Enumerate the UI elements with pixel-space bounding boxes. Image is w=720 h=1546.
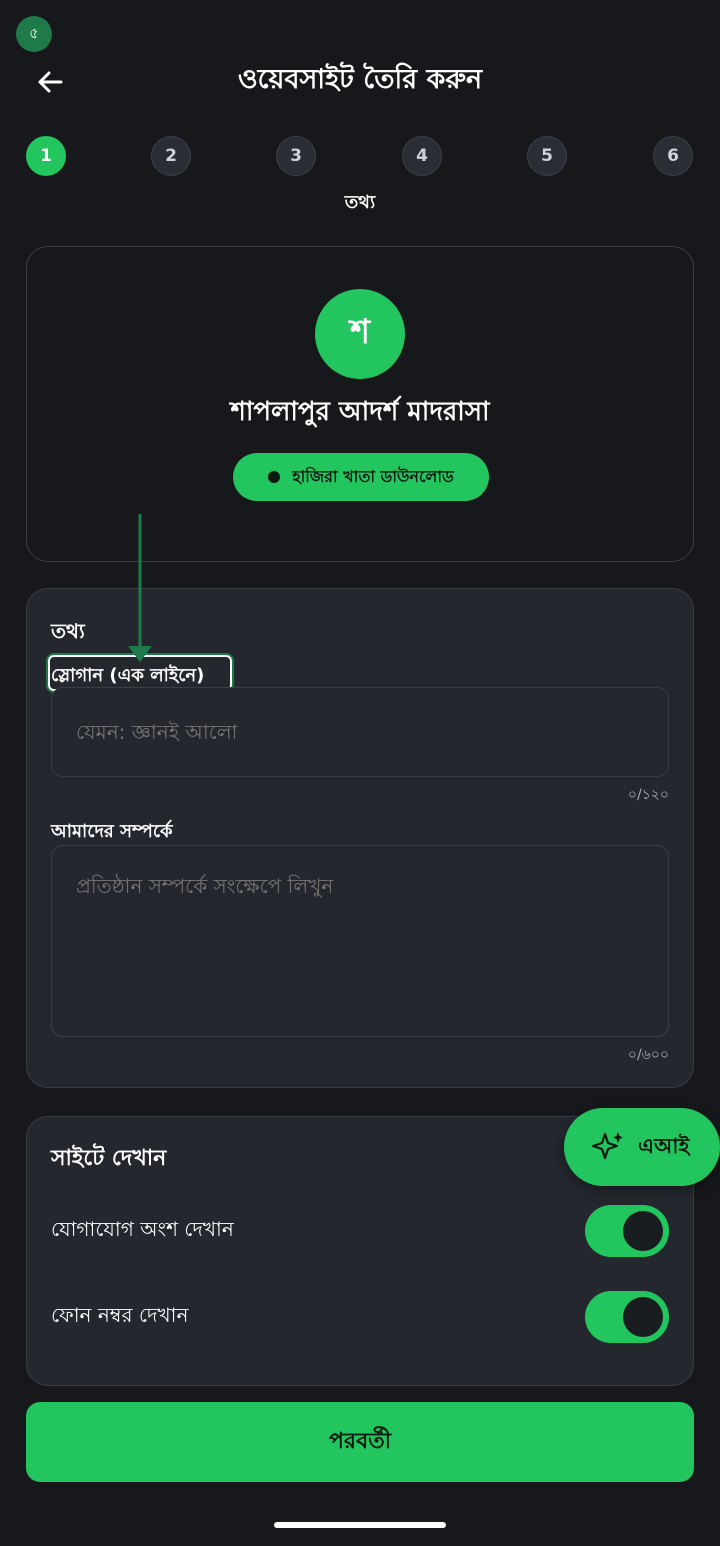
page-title: ওয়েবসাইট তৈরি করুন (237, 64, 483, 95)
step-6[interactable]: 6 (653, 136, 693, 176)
next-button-label: পরবর্তী (328, 1428, 392, 1454)
attendance-download-button[interactable]: হাজিরা খাতা ডাউনলোড (233, 453, 489, 501)
visibility-section-title: সাইটে দেখান (51, 1146, 167, 1171)
step-4[interactable]: 4 (402, 136, 442, 176)
dot-icon (268, 471, 281, 483)
phone-number-toggle[interactable] (585, 1291, 669, 1343)
toggle-knob (623, 1211, 663, 1251)
about-label: আমাদের সম্পর্কে (51, 821, 173, 842)
arrow-left-icon (38, 71, 63, 93)
toggle-knob (623, 1297, 663, 1337)
home-indicator[interactable] (274, 1522, 446, 1528)
slogan-counter: ০/১২০ (627, 787, 669, 803)
institution-logo: শ (315, 289, 405, 379)
contact-section-toggle[interactable] (585, 1205, 669, 1257)
institution-name: শাপলাপুর আদর্শ মাদরাসা (230, 397, 490, 427)
step-1[interactable]: 1 (26, 136, 66, 176)
step-5[interactable]: 5 (527, 136, 567, 176)
ai-button-label: এআই (638, 1133, 690, 1158)
phone-number-toggle-label: ফোন নম্বর দেখান (51, 1303, 189, 1327)
about-textarea[interactable] (51, 845, 669, 1037)
step-2[interactable]: 2 (151, 136, 191, 176)
info-section-title: তথ্য (51, 619, 85, 643)
next-button[interactable]: পরবর্তী (26, 1402, 694, 1482)
ai-assist-button[interactable]: এআই (564, 1108, 720, 1186)
current-step-label: তথ্য (344, 192, 376, 213)
slogan-input[interactable] (51, 687, 669, 777)
back-button[interactable] (28, 60, 72, 104)
step-3[interactable]: 3 (276, 136, 316, 176)
attendance-download-label: হাজিরা খাতা ডাউনলোড (292, 466, 454, 486)
sparkles-icon (591, 1132, 623, 1160)
website-builder-screen: ৫ ওয়েবসাইট তৈরি করুন 1 2 3 4 5 6 তথ্য শ… (0, 0, 720, 1546)
about-counter: ০/৬০০ (627, 1047, 669, 1063)
contact-section-toggle-label: যোগাযোগ অংশ দেখান (51, 1217, 234, 1241)
annotation-arrow-icon (128, 514, 152, 662)
notification-badge: ৫ (16, 16, 52, 52)
stepper: 1 2 3 4 5 6 (26, 136, 694, 176)
